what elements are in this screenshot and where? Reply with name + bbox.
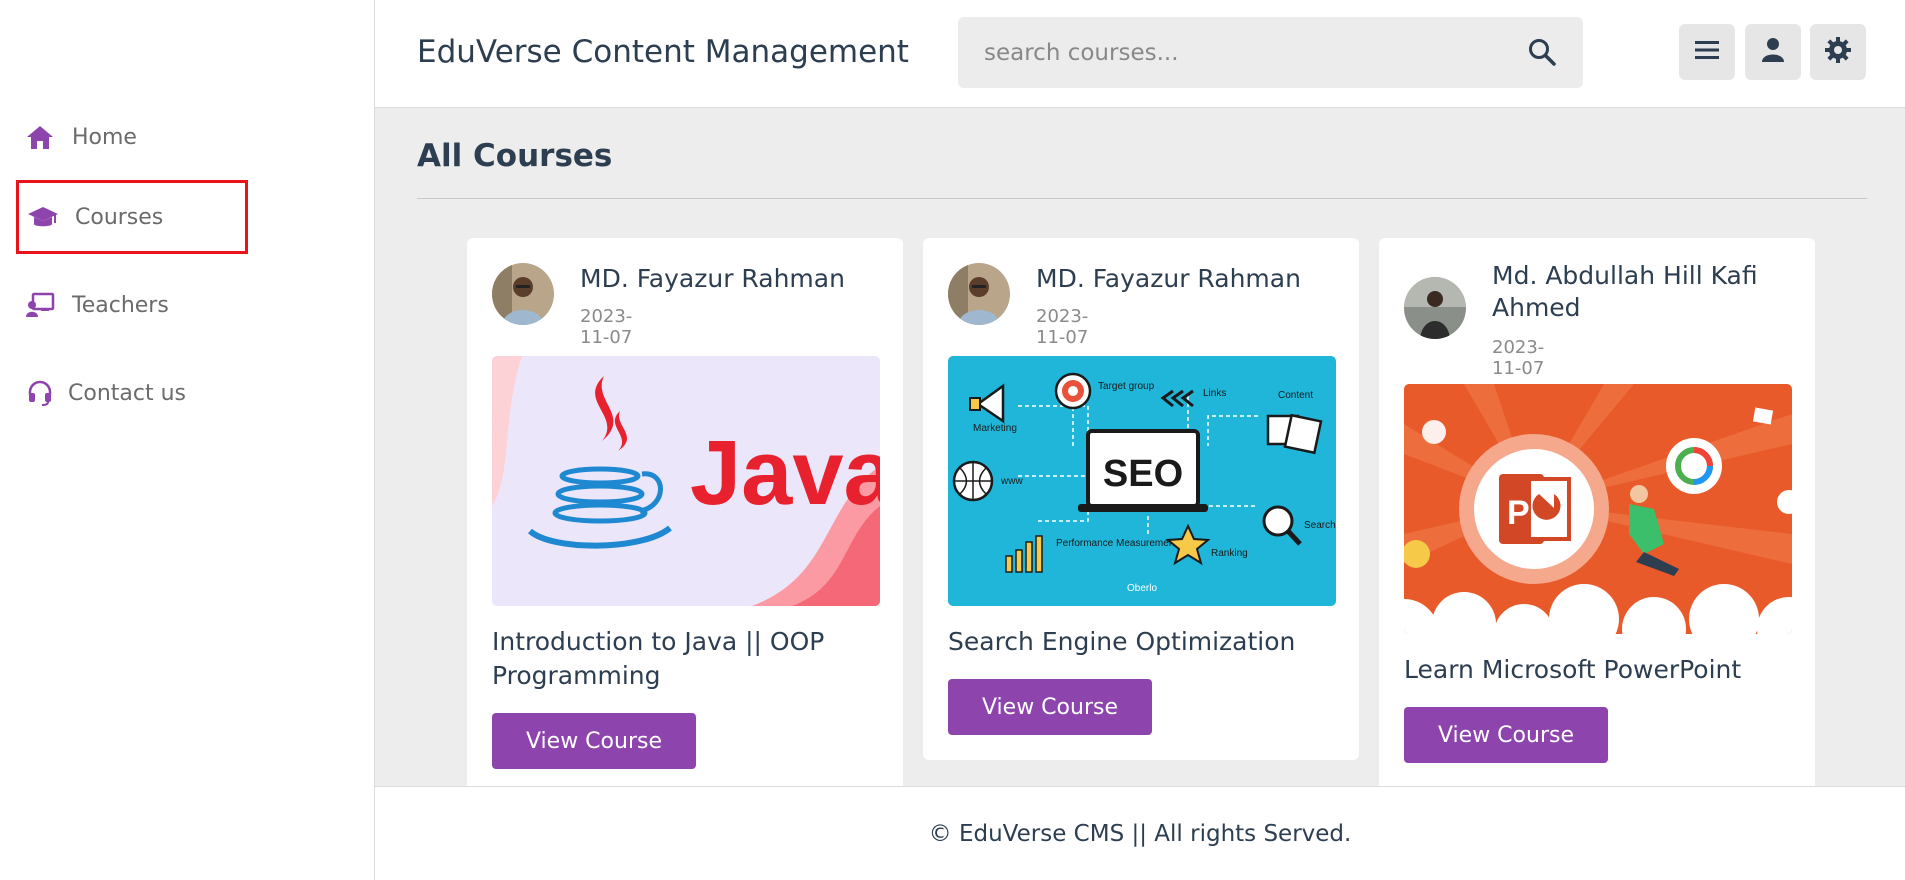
sidebar-item-label: Home	[72, 124, 137, 150]
footer-copyright: © EduVerse CMS || All rights Served.	[928, 820, 1352, 847]
avatar	[1404, 277, 1466, 339]
search-icon[interactable]	[1527, 37, 1557, 67]
oberlo-logo: Oberlo	[1127, 583, 1157, 594]
seo-label: Target group	[1098, 381, 1155, 392]
course-title: Search Engine Optimization	[948, 627, 1296, 656]
teacher-board-icon	[22, 287, 58, 323]
post-date: 2023-11-07	[580, 306, 633, 348]
graduation-cap-icon	[25, 199, 61, 235]
java-logo-text: Java	[690, 422, 880, 524]
seo-label: Links	[1203, 388, 1226, 399]
main-content: All Courses MD. Fayazur Rahman 2023-11-0…	[375, 108, 1905, 786]
sidebar-item-label: Teachers	[72, 292, 169, 318]
course-card: MD. Fayazur Rahman 2023-11-07 SEO Market…	[923, 238, 1359, 760]
footer: © EduVerse CMS || All rights Served.	[375, 786, 1905, 880]
powerpoint-logo-text: P	[1507, 494, 1530, 532]
view-course-button[interactable]: View Course	[1404, 707, 1608, 763]
sidebar-item-label: Courses	[75, 204, 164, 230]
gear-icon	[1824, 36, 1852, 68]
headset-icon	[22, 375, 58, 411]
profile-button[interactable]	[1745, 24, 1801, 80]
course-author: Md. Abdullah Hill Kafi Ahmed 2023-11-07	[1404, 261, 1758, 379]
post-date: 2023-11-07	[1036, 306, 1089, 348]
seo-label: Ranking	[1211, 548, 1248, 559]
seo-label: Content	[1278, 390, 1313, 401]
author-name: MD. Fayazur Rahman	[580, 264, 845, 293]
post-date: 2023-11-07	[1492, 337, 1545, 379]
seo-label: Performance Measurement	[1056, 538, 1177, 549]
search-input[interactable]	[958, 39, 1498, 66]
author-name: Md. Abdullah Hill Kafi Ahmed	[1492, 261, 1758, 322]
view-course-button[interactable]: View Course	[948, 679, 1152, 735]
course-card: Md. Abdullah Hill Kafi Ahmed 2023-11-07 …	[1379, 238, 1815, 786]
search-bar	[958, 17, 1583, 88]
sidebar-item-teachers[interactable]: Teachers	[16, 268, 248, 342]
menu-icon	[1695, 39, 1719, 65]
avatar	[492, 263, 554, 325]
course-title: Introduction to Java || OOP Programming	[492, 627, 825, 690]
course-title: Learn Microsoft PowerPoint	[1404, 655, 1742, 684]
course-card: MD. Fayazur Rahman 2023-11-07 Java Intro…	[467, 238, 903, 786]
seo-label: Marketing	[973, 423, 1017, 434]
menu-button[interactable]	[1679, 24, 1735, 80]
home-icon	[22, 119, 58, 155]
page-title: All Courses	[417, 138, 613, 174]
author-name: MD. Fayazur Rahman	[1036, 264, 1301, 293]
settings-button[interactable]	[1810, 24, 1866, 80]
divider	[417, 198, 1867, 199]
sidebar-item-home[interactable]: Home	[16, 100, 248, 174]
avatar	[948, 263, 1010, 325]
user-icon	[1761, 37, 1785, 67]
course-author: MD. Fayazur Rahman 2023-11-07	[492, 263, 845, 348]
top-header: EduVerse Content Management	[375, 0, 1905, 108]
course-thumbnail[interactable]: Java	[492, 356, 880, 606]
seo-label: www	[1000, 476, 1023, 487]
app-title: EduVerse Content Management	[417, 34, 909, 70]
seo-text: SEO	[1103, 453, 1183, 495]
sidebar-item-label: Contact us	[68, 380, 186, 406]
sidebar-item-courses[interactable]: Courses	[16, 180, 248, 254]
view-course-button[interactable]: View Course	[492, 713, 696, 769]
seo-label: Search	[1304, 520, 1336, 531]
course-author: MD. Fayazur Rahman 2023-11-07	[948, 263, 1301, 348]
course-thumbnail[interactable]: P	[1404, 384, 1792, 634]
sidebar-item-contact[interactable]: Contact us	[16, 356, 248, 430]
sidebar: Home Courses Teachers Contact us	[0, 0, 375, 880]
course-thumbnail[interactable]: SEO Marketing Target group Links Content…	[948, 356, 1336, 606]
